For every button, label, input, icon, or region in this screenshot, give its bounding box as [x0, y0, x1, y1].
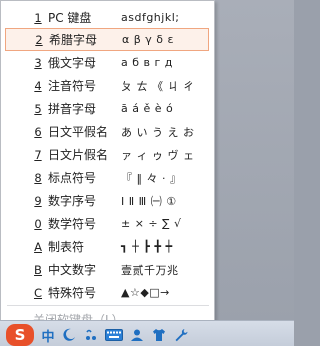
- menu-item-number-sequence[interactable]: 9 数字序号 Ⅰ Ⅱ Ⅲ ㈠ ①: [5, 189, 209, 212]
- menu-item-punctuation[interactable]: 8 标点符号 『 ‖ 々 · 』: [5, 166, 209, 189]
- menu-item-chinese-numerals[interactable]: B 中文数字 壹贰千万兆: [5, 258, 209, 281]
- menu-item-key: 2: [35, 32, 43, 47]
- menu-item-label: 数学符号: [48, 217, 97, 231]
- menu-item-pc-keyboard[interactable]: 1 PC 键盘 asdfghjkl;: [5, 6, 209, 29]
- menu-item-sample: asdfghjkl;: [121, 11, 180, 24]
- menu-item-russian[interactable]: 3 俄文字母 а б в г д: [5, 51, 209, 74]
- menu-item-hiragana[interactable]: 6 日文平假名 あ い う え お: [5, 120, 209, 143]
- menu-item-label: 日文片假名: [48, 148, 109, 162]
- menu-item-label: 拼音字母: [48, 102, 97, 116]
- menu-item-sample: ┓ ┼ ┣ ╋ ┿: [121, 240, 173, 253]
- menu-item-sample: ± × ÷ ∑ √: [121, 217, 182, 230]
- keyboard-icon[interactable]: [104, 325, 124, 345]
- menu-item-label: 数字序号: [48, 194, 97, 208]
- moon-icon[interactable]: [60, 325, 78, 345]
- wrench-icon[interactable]: [172, 325, 190, 345]
- logo-text: S: [14, 326, 26, 344]
- punctuation-icon[interactable]: [82, 325, 100, 345]
- screen: 1 PC 键盘 asdfghjkl; 2 希腊字母 α β γ δ ε 3 俄文…: [0, 0, 294, 346]
- menu-item-box-drawing[interactable]: A 制表符 ┓ ┼ ┣ ╋ ┿: [5, 235, 209, 258]
- menu-item-sample: 壹贰千万兆: [121, 263, 179, 277]
- menu-item-key: 9: [34, 193, 42, 208]
- menu-item-sample: ▲☆◆□→: [121, 286, 170, 299]
- menu-item-sample: ā á ě è ó: [121, 102, 174, 115]
- menu-item-sample: а б в г д: [121, 56, 173, 69]
- menu-item-key: 7: [34, 147, 42, 162]
- menu-item-key: 4: [34, 78, 42, 93]
- menu-item-sample: α β γ δ ε: [122, 33, 174, 46]
- menu-item-label: PC 键盘: [48, 11, 92, 25]
- menu-item-label: 制表符: [48, 240, 85, 254]
- chinese-mode-button[interactable]: 中: [38, 325, 58, 345]
- menu-item-math-symbols[interactable]: 0 数学符号 ± × ÷ ∑ √: [5, 212, 209, 235]
- menu-item-key: 3: [34, 55, 42, 70]
- menu-item-katakana[interactable]: 7 日文片假名 ァ ィ ゥ ヴ ェ: [5, 143, 209, 166]
- menu-item-label: 希腊字母: [49, 33, 98, 47]
- menu-item-key: 6: [34, 124, 42, 139]
- menu-divider: [7, 305, 209, 306]
- menu-item-label: 中文数字: [48, 263, 97, 277]
- menu-item-pinyin[interactable]: 5 拼音字母 ā á ě è ó: [5, 97, 209, 120]
- soft-keyboard-menu: 1 PC 键盘 asdfghjkl; 2 希腊字母 α β γ δ ε 3 俄文…: [0, 0, 215, 330]
- menu-item-key: B: [34, 262, 42, 277]
- menu-item-key: 1: [34, 10, 42, 25]
- menu-item-zhuyin[interactable]: 4 注音符号 ㄆ ㄊ 《 ㄐ ㄔ: [5, 74, 209, 97]
- menu-item-key: C: [33, 285, 43, 300]
- menu-item-label: 俄文字母: [48, 56, 97, 70]
- menu-item-sample: Ⅰ Ⅱ Ⅲ ㈠ ①: [121, 194, 177, 208]
- menu-item-key: 0: [34, 216, 42, 231]
- user-icon[interactable]: [128, 325, 146, 345]
- ime-toolbar: S 中: [2, 323, 294, 346]
- menu-item-key: 5: [34, 101, 42, 116]
- menu-item-label: 特殊符号: [48, 286, 97, 300]
- menu-item-sample: あ い う え お: [121, 125, 195, 139]
- menu-item-key: 8: [34, 170, 42, 185]
- sogou-logo-icon[interactable]: S: [6, 324, 34, 346]
- menu-item-sample: 『 ‖ 々 · 』: [121, 171, 182, 185]
- menu-item-key: A: [34, 239, 42, 254]
- menu-item-label: 日文平假名: [48, 125, 109, 139]
- shirt-icon[interactable]: [150, 325, 168, 345]
- menu-item-sample: ㄆ ㄊ 《 ㄐ ㄔ: [121, 79, 195, 93]
- menu-item-label: 标点符号: [48, 171, 97, 185]
- menu-item-greek[interactable]: 2 希腊字母 α β γ δ ε: [5, 28, 209, 51]
- menu-item-sample: ァ ィ ゥ ヴ ェ: [121, 148, 195, 162]
- menu-item-special-symbols[interactable]: C 特殊符号 ▲☆◆□→: [5, 281, 209, 304]
- mode-label: 中: [41, 329, 55, 345]
- menu-item-label: 注音符号: [48, 79, 97, 93]
